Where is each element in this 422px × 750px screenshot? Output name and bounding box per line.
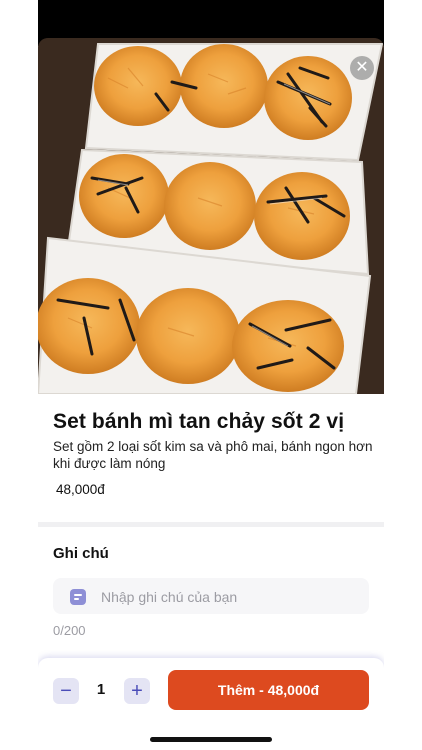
section-divider [38, 522, 384, 527]
note-icon [70, 589, 86, 605]
product-image [38, 38, 384, 394]
right-gutter [384, 0, 422, 750]
quantity-value: 1 [96, 681, 106, 698]
close-button[interactable]: ✕ [350, 56, 374, 80]
bread-photo-illustration [38, 38, 384, 394]
add-to-cart-button[interactable]: Thêm - 48,000đ [168, 670, 369, 710]
increase-quantity-button[interactable]: + [124, 678, 150, 704]
bottom-action-bar: − 1 + Thêm - 48,000đ [38, 658, 384, 750]
note-char-counter: 0/200 [53, 623, 86, 638]
plus-icon: + [131, 680, 143, 702]
home-indicator [150, 737, 272, 742]
left-gutter [0, 0, 38, 750]
product-price: 48,000đ [56, 482, 105, 497]
close-icon: ✕ [355, 59, 369, 76]
decrease-quantity-button[interactable]: − [53, 678, 79, 704]
product-description: Set gồm 2 loại sốt kim sa và phô mai, bá… [53, 439, 373, 471]
note-label: Ghi chú [53, 545, 109, 562]
product-title: Set bánh mì tan chảy sốt 2 vị [53, 410, 345, 433]
product-sheet: ✕ Set bánh mì tan chảy sốt 2 vị Set gồm … [38, 0, 384, 750]
minus-icon: − [60, 680, 72, 702]
note-input[interactable] [99, 578, 363, 616]
note-field[interactable] [53, 578, 369, 616]
